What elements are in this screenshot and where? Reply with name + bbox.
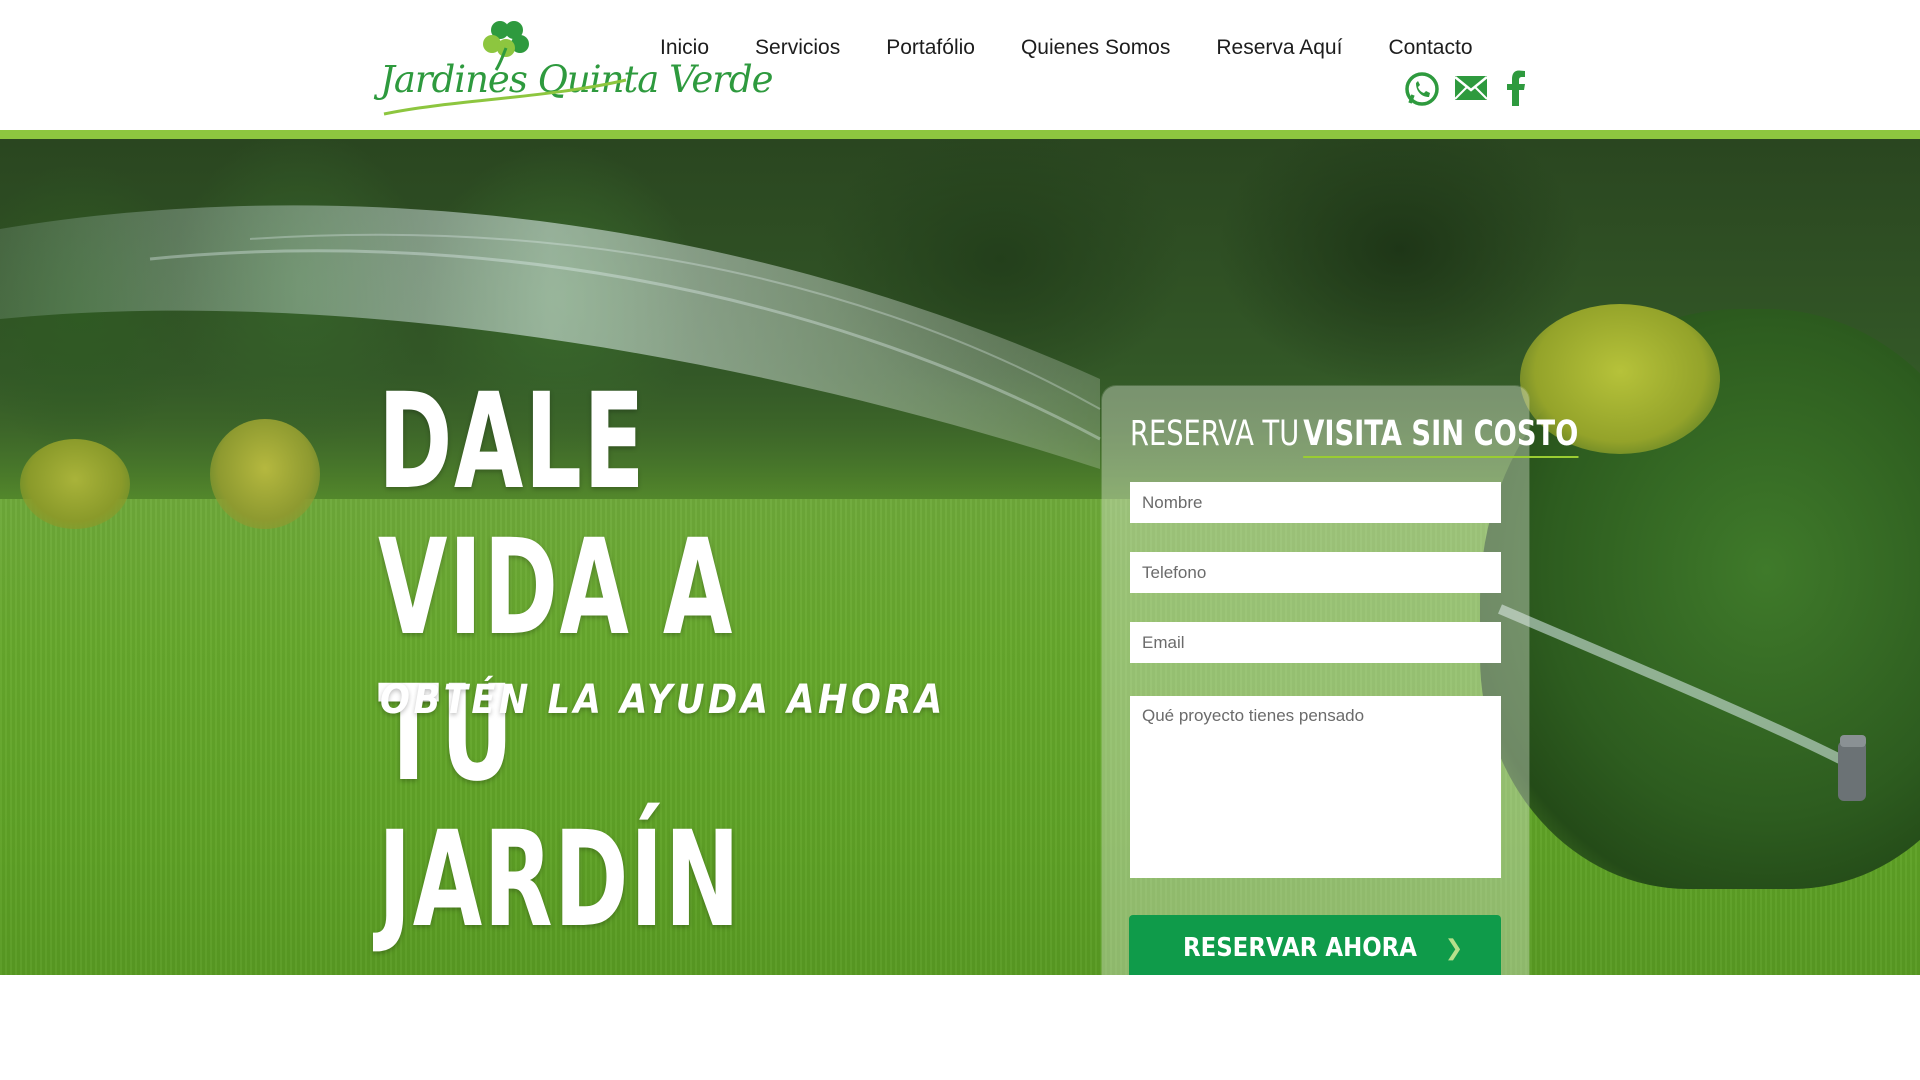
nav-portafolio[interactable]: Portafólio	[886, 36, 975, 66]
logo-swoosh	[383, 78, 627, 116]
sprinkler-spray	[0, 205, 1866, 801]
hero-subtitle: OBTÉN LA AYUDA AHORA	[380, 677, 946, 723]
facebook-icon[interactable]	[1506, 70, 1530, 112]
email-icon[interactable]	[1454, 70, 1506, 112]
form-title: RESERVA TU VISITA SIN COSTO	[1130, 414, 1579, 458]
reservar-button-label: RESERVAR AHORA	[1182, 933, 1417, 963]
nav-inicio[interactable]: Inicio	[660, 36, 709, 66]
name-field[interactable]	[1130, 482, 1501, 523]
nav-servicios[interactable]: Servicios	[755, 36, 840, 66]
hero-title-line-1: DALE VIDA A	[378, 365, 734, 665]
nav-reserva-aqui[interactable]: Reserva Aquí	[1216, 36, 1342, 66]
phone-field[interactable]	[1130, 552, 1501, 593]
nav-quienes-somos[interactable]: Quienes Somos	[1021, 36, 1170, 66]
nav-contacto[interactable]: Contacto	[1388, 36, 1472, 66]
form-title-light: RESERVA TU	[1130, 414, 1300, 454]
site-logo[interactable]: Jardines Quinta Verde	[380, 14, 774, 116]
form-title-bold: VISITA SIN COSTO	[1303, 414, 1579, 458]
booking-form: RESERVA TU VISITA SIN COSTO RESERVAR AHO…	[1102, 386, 1579, 975]
reservar-button[interactable]: RESERVAR AHORA ❯	[1129, 915, 1501, 975]
chevron-right-icon: ❯	[1444, 935, 1464, 961]
whatsapp-icon[interactable]	[1402, 70, 1454, 112]
main-nav: Inicio Servicios Portafólio Quienes Somo…	[660, 36, 1473, 66]
social-links	[1402, 70, 1530, 112]
hero-title: DALE VIDA A TU JARDÍN	[378, 369, 800, 953]
site-header: Jardines Quinta Verde Inicio Servicios P…	[0, 0, 1920, 130]
email-field[interactable]	[1130, 622, 1501, 663]
header-accent-bar	[0, 130, 1920, 139]
project-textarea[interactable]	[1130, 696, 1501, 878]
hero-section: DALE VIDA A TU JARDÍN OBTÉN LA AYUDA AHO…	[0, 139, 1920, 975]
